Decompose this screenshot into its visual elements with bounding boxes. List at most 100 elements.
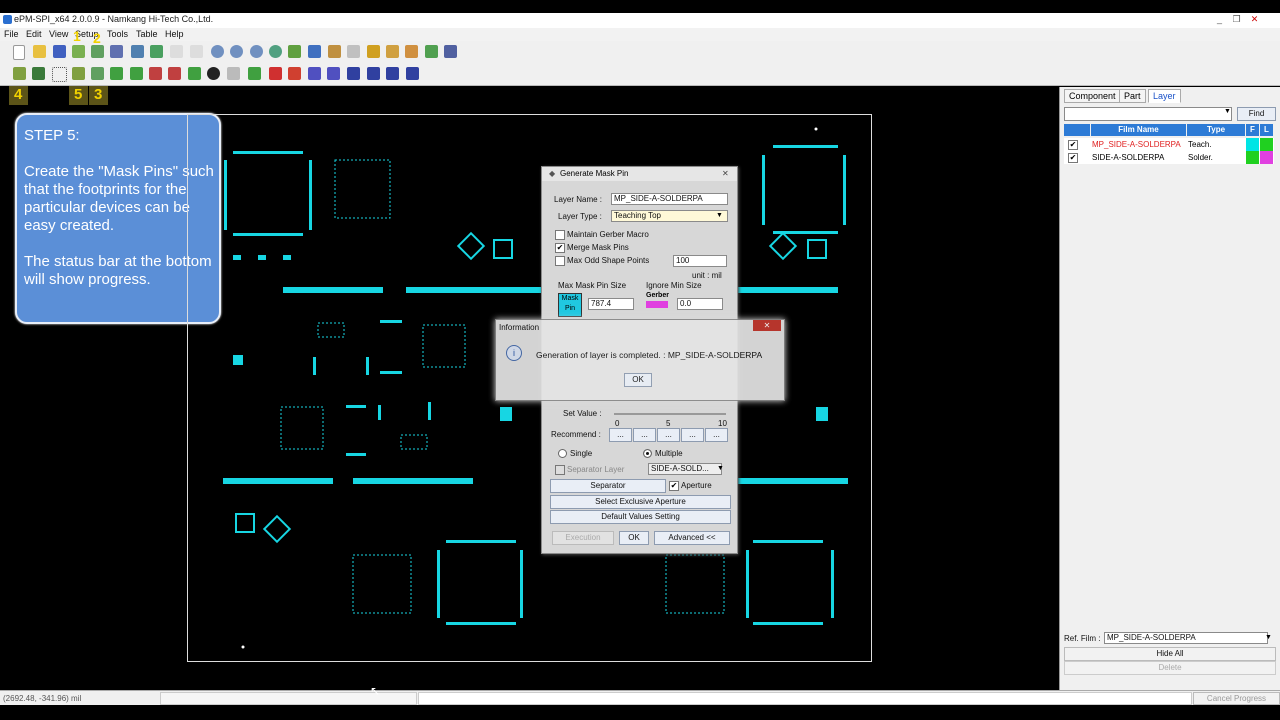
recommend-button[interactable]: ... — [609, 428, 632, 442]
close-icon[interactable]: ✕ — [722, 167, 729, 181]
separator-button[interactable]: Separator — [550, 479, 666, 493]
single-radio[interactable] — [558, 449, 567, 458]
matrix-icon[interactable] — [248, 67, 261, 80]
layers-icon[interactable] — [386, 45, 399, 58]
menu-table[interactable]: Table — [136, 29, 158, 39]
delete-button[interactable]: Delete — [1064, 661, 1276, 675]
open-folder-icon[interactable] — [33, 45, 46, 58]
stat-d-icon[interactable] — [406, 67, 419, 80]
mask-pin-icon[interactable] — [72, 67, 85, 80]
chevron-down-icon[interactable]: ▼ — [717, 465, 724, 472]
table-row[interactable]: ✔ SIDE-A-SOLDERPA Solder. — [1064, 151, 1274, 164]
undo-icon[interactable] — [170, 45, 183, 58]
recommend-button[interactable]: ... — [657, 428, 680, 442]
recommend-button[interactable]: ... — [633, 428, 656, 442]
edit-arrow-icon[interactable] — [227, 67, 240, 80]
hide-all-button[interactable]: Hide All — [1064, 647, 1276, 661]
minimize-icon[interactable]: _ — [1213, 14, 1226, 25]
layer-image-icon[interactable] — [72, 45, 85, 58]
info-ok-button[interactable]: OK — [624, 373, 652, 387]
recommend-button[interactable]: ... — [681, 428, 704, 442]
cross-select-icon[interactable] — [91, 67, 104, 80]
tab-layer[interactable]: Layer — [1148, 89, 1181, 103]
layers-edit-icon[interactable] — [405, 45, 418, 58]
menu-view[interactable]: View — [49, 29, 68, 39]
find-button[interactable]: Find — [1237, 107, 1276, 121]
separator-layer-checkbox[interactable] — [555, 465, 565, 475]
pad-red-icon[interactable] — [149, 67, 162, 80]
fit-board-icon[interactable] — [288, 45, 301, 58]
grid-icon[interactable] — [131, 45, 144, 58]
menu-edit[interactable]: Edit — [26, 29, 42, 39]
stack-icon[interactable] — [367, 45, 380, 58]
ignore-min-size-input[interactable]: 0.0 — [677, 298, 723, 310]
layer-type-select[interactable]: Teaching Top — [611, 210, 728, 222]
tab-component[interactable]: Component — [1064, 89, 1121, 103]
chevron-down-icon[interactable]: ▼ — [1265, 634, 1272, 641]
color-swatch-l[interactable] — [1260, 138, 1273, 151]
layer-gen-icon[interactable] — [91, 45, 104, 58]
set-value-slider[interactable] — [614, 413, 726, 415]
row-checkbox[interactable]: ✔ — [1068, 153, 1078, 163]
stat-c-icon[interactable] — [386, 67, 399, 80]
close-icon[interactable]: ✕ — [753, 320, 781, 331]
separator-layer-select[interactable]: SIDE-A-SOLD... — [648, 463, 722, 475]
cancel-progress-button[interactable]: Cancel Progress — [1193, 692, 1280, 705]
aperture-checkbox[interactable]: ✔ — [669, 481, 679, 491]
restore-icon[interactable]: ❐ — [1230, 14, 1243, 25]
table-row[interactable]: ✔ MP_SIDE-A-SOLDERPA Teach. — [1064, 138, 1274, 151]
pad-split-icon[interactable] — [168, 67, 181, 80]
link-icon[interactable] — [288, 67, 301, 80]
chevron-down-icon[interactable]: ▼ — [716, 212, 723, 219]
report-icon[interactable] — [444, 45, 457, 58]
stat-b-icon[interactable] — [367, 67, 380, 80]
filter-icon[interactable] — [347, 45, 360, 58]
max-odd-shape-checkbox[interactable] — [555, 256, 565, 266]
zoom-in-icon[interactable] — [211, 45, 224, 58]
max-mask-size-input[interactable]: 787.4 — [588, 298, 634, 310]
layer-name-input[interactable]: MP_SIDE-A-SOLDERPA — [611, 193, 728, 205]
zoom-fit-icon[interactable] — [269, 45, 282, 58]
execution-button[interactable]: Execution — [552, 531, 614, 545]
recommend-button[interactable]: ... — [705, 428, 728, 442]
close-icon[interactable]: ✕ — [1248, 14, 1261, 25]
max-odd-shape-input[interactable]: 100 — [673, 255, 727, 267]
default-values-button[interactable]: Default Values Setting — [550, 510, 731, 524]
multiple-radio[interactable] — [643, 449, 652, 458]
crosshair-icon[interactable] — [207, 67, 220, 80]
row-checkbox[interactable]: ✔ — [1068, 140, 1078, 150]
new-file-icon[interactable] — [13, 45, 25, 60]
menu-tools[interactable]: Tools — [107, 29, 128, 39]
save-icon[interactable] — [53, 45, 66, 58]
zoom-window-icon[interactable] — [250, 45, 263, 58]
histogram-icon[interactable] — [327, 67, 340, 80]
align-icon[interactable] — [130, 67, 143, 80]
pin-tool-icon[interactable] — [13, 67, 26, 80]
merge-mask-pins-checkbox[interactable]: ✔ — [555, 243, 565, 253]
menu-file[interactable]: File — [4, 29, 19, 39]
advanced-button[interactable]: Advanced << — [654, 531, 730, 545]
zoom-out-icon[interactable] — [230, 45, 243, 58]
ok-button[interactable]: OK — [619, 531, 649, 545]
color-swatch-l[interactable] — [1260, 151, 1273, 164]
tab-part[interactable]: Part — [1119, 89, 1146, 103]
color-swatch-f[interactable] — [1246, 138, 1259, 151]
delete-icon[interactable] — [269, 67, 282, 80]
person-icon[interactable] — [328, 45, 341, 58]
film-search-input[interactable] — [1064, 107, 1232, 121]
ref-film-select[interactable]: MP_SIDE-A-SOLDERPA — [1104, 632, 1268, 644]
origin-icon[interactable] — [32, 67, 45, 80]
component-icon[interactable] — [425, 45, 438, 58]
color-swatch-f[interactable] — [1246, 151, 1259, 164]
panel-icon[interactable] — [150, 45, 163, 58]
chevron-down-icon[interactable]: ▼ — [1224, 108, 1232, 119]
move-icon[interactable] — [110, 67, 123, 80]
import-icon[interactable] — [110, 45, 123, 58]
redo-icon[interactable] — [190, 45, 203, 58]
maintain-gerber-checkbox[interactable] — [555, 230, 565, 240]
select-rect-icon[interactable] — [52, 67, 67, 82]
measure-icon[interactable] — [308, 45, 321, 58]
select-exclusive-aperture-button[interactable]: Select Exclusive Aperture — [550, 495, 731, 509]
stat-a-icon[interactable] — [347, 67, 360, 80]
menu-help[interactable]: Help — [165, 29, 184, 39]
